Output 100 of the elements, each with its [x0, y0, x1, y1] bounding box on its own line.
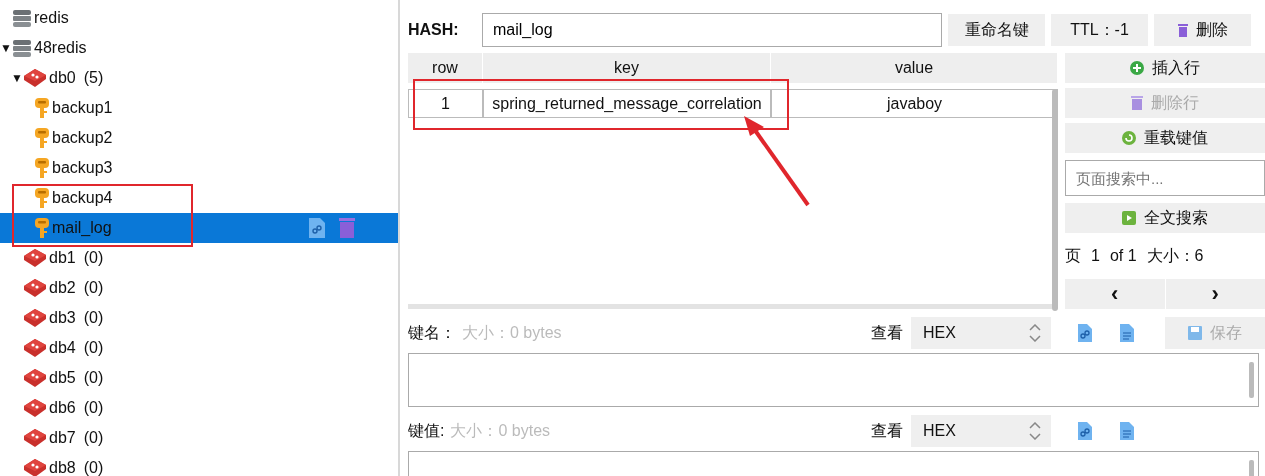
spinner-arrows-icon	[1029, 324, 1041, 342]
database-icon	[23, 398, 47, 418]
format-select[interactable]: HEX	[911, 415, 1051, 447]
tree-item[interactable]: db1 (0)	[0, 243, 398, 273]
plus-icon	[1130, 61, 1144, 75]
item-label: redis	[34, 9, 69, 27]
item-label: db5	[49, 369, 76, 387]
file-text-icon[interactable]	[1119, 421, 1135, 441]
file-link-icon[interactable]	[308, 217, 326, 239]
item-label: backup4	[52, 189, 113, 207]
database-icon	[23, 308, 47, 328]
tree-item[interactable]: ▼ db0 (5)	[0, 63, 398, 93]
database-icon	[23, 338, 47, 358]
item-label: db2	[49, 279, 76, 297]
trash-icon	[1131, 96, 1143, 110]
key-count: (0)	[83, 249, 104, 267]
item-label: db3	[49, 309, 76, 327]
size-hint: 大小：0 bytes	[462, 322, 562, 343]
database-icon	[23, 68, 47, 88]
key-count: (0)	[83, 429, 104, 447]
expand-toggle[interactable]: ▼	[11, 71, 23, 85]
insert-row-button[interactable]: 插入行	[1065, 53, 1265, 83]
database-icon	[23, 368, 47, 388]
tree-item[interactable]: backup4	[0, 183, 398, 213]
full-text-search-button[interactable]: 全文搜索	[1065, 203, 1265, 233]
field-label: 键名：	[408, 322, 456, 343]
text-area[interactable]	[408, 353, 1259, 407]
file-link-icon[interactable]	[1077, 323, 1093, 343]
ttl-button[interactable]: TTL：-1	[1051, 14, 1148, 46]
tree-item[interactable]: db8 (0)	[0, 453, 398, 476]
size-hint: 大小：0 bytes	[450, 420, 551, 441]
tree-item[interactable]: db4 (0)	[0, 333, 398, 363]
server-icon	[12, 8, 32, 28]
reload-button[interactable]: 重载键值	[1065, 123, 1265, 153]
view-label: 查看	[871, 322, 903, 343]
item-label: db0	[49, 69, 76, 87]
key-count: (0)	[83, 279, 104, 297]
key-count: (0)	[83, 399, 104, 417]
previous-page-button[interactable]: ‹	[1065, 279, 1165, 309]
column-header[interactable]: key	[483, 53, 771, 83]
scrollbar[interactable]	[1052, 89, 1058, 311]
search-field[interactable]: 页面搜索中...	[1065, 160, 1265, 196]
key-icon	[34, 97, 50, 119]
key-icon	[34, 157, 50, 179]
item-label: backup2	[52, 129, 113, 147]
column-header[interactable]: row	[408, 53, 483, 83]
table-cell: spring_returned_message_correlation	[483, 89, 771, 118]
item-label: db8	[49, 459, 76, 476]
tree-item[interactable]: mail_log	[0, 213, 398, 243]
tree-item[interactable]: db7 (0)	[0, 423, 398, 453]
file-text-icon[interactable]	[1119, 323, 1135, 343]
rename-button[interactable]: 重命名键	[948, 14, 1045, 46]
file-link-icon[interactable]	[1077, 421, 1093, 441]
tree-item[interactable]: backup1	[0, 93, 398, 123]
item-label: db6	[49, 399, 76, 417]
expand-toggle[interactable]: ▼	[0, 41, 12, 55]
table-cell: 1	[408, 89, 483, 118]
key-count: (0)	[83, 339, 104, 357]
column-header[interactable]: value	[771, 53, 1058, 83]
next-page-button[interactable]: ›	[1165, 279, 1265, 309]
item-label: db7	[49, 429, 76, 447]
delete-button[interactable]: 删除	[1154, 14, 1251, 46]
tree-item[interactable]: db2 (0)	[0, 273, 398, 303]
tree-item[interactable]: db6 (0)	[0, 393, 398, 423]
database-icon	[23, 428, 47, 448]
tree-item[interactable]: backup3	[0, 153, 398, 183]
format-select[interactable]: HEX	[911, 317, 1051, 349]
database-icon	[23, 248, 47, 268]
key-count: (0)	[83, 309, 104, 327]
item-label: 48redis	[34, 39, 87, 57]
key-icon	[34, 187, 50, 209]
page-total: of 1	[1109, 247, 1137, 265]
key-count: (0)	[83, 459, 104, 476]
spinner-arrows-icon	[1029, 422, 1041, 440]
key-count: (5)	[83, 69, 104, 87]
page-number: 1	[1091, 247, 1100, 265]
page-label: 页	[1065, 245, 1081, 266]
key-icon	[34, 127, 50, 149]
type-label: HASH:	[408, 21, 460, 39]
field-label: 键值:	[408, 420, 445, 441]
item-label: backup3	[52, 159, 113, 177]
database-icon	[23, 278, 47, 298]
page-size: 大小：6	[1146, 245, 1204, 266]
trash-icon	[1177, 23, 1188, 37]
key-count: (0)	[83, 369, 104, 387]
key-icon	[34, 217, 50, 239]
tree-item[interactable]: redis	[0, 3, 398, 33]
server-icon	[12, 38, 32, 58]
tree-item[interactable]: ▼ 48redis	[0, 33, 398, 63]
item-label: db4	[49, 339, 76, 357]
view-label: 查看	[871, 420, 903, 441]
item-label: db1	[49, 249, 76, 267]
reload-icon	[1122, 131, 1136, 145]
item-label: backup1	[52, 99, 113, 117]
item-label: mail_log	[52, 219, 112, 237]
tree-item[interactable]: backup2	[0, 123, 398, 153]
key-name-field[interactable]: mail_log	[482, 13, 942, 47]
tree-item[interactable]: db5 (0)	[0, 363, 398, 393]
play-icon	[1122, 211, 1136, 225]
tree-item[interactable]: db3 (0)	[0, 303, 398, 333]
